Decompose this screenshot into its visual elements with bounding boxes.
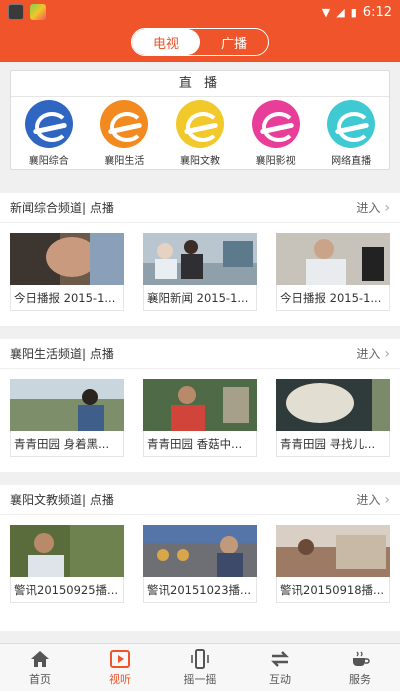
section-title: 襄阳文教频道| 点播 <box>10 493 114 507</box>
video-thumbnail <box>10 525 124 577</box>
video-caption: 襄阳新闻 2015-1... <box>143 285 257 311</box>
video-thumbnail <box>276 525 390 577</box>
channel-name: 襄阳文教 <box>179 156 220 167</box>
nav-label: 首页 <box>29 672 51 686</box>
swap-arrows-icon <box>271 650 289 667</box>
tv-radio-toggle: 电视 广播 <box>131 28 269 56</box>
top-header: 电视 广播 <box>0 24 400 62</box>
nav-watch-listen[interactable]: 视听 <box>80 644 160 691</box>
thumbnail-row: 青青田园 身着黑... 青青田园 香菇中... 青青田园 寻找儿... <box>0 369 400 457</box>
thumbnail-row: 今日播报 2015-1... 襄阳新闻 2015-1... 今日播报 2015-… <box>0 223 400 311</box>
signal-icon: ◢ <box>336 5 345 19</box>
live-title: 直 播 <box>11 71 389 97</box>
video-caption: 青青田园 香菇中... <box>143 431 257 457</box>
channel-name: 襄阳影视 <box>255 156 296 167</box>
video-item[interactable]: 警讯20150918播... <box>276 525 390 603</box>
channel-logo-icon <box>100 100 149 148</box>
video-item[interactable]: 今日播报 2015-1... <box>276 233 390 311</box>
shake-phone-icon <box>191 648 209 669</box>
section-news: 新闻综合频道| 点播 进入 › 今日播报 2015-1... 襄阳新闻 2015-… <box>0 193 400 326</box>
video-thumbnail <box>276 379 390 431</box>
wifi-icon: ▼ <box>321 5 331 19</box>
play-icon <box>110 649 130 668</box>
section-more-link[interactable]: 进入 › <box>356 491 390 508</box>
tab-radio[interactable]: 广播 <box>200 29 268 55</box>
nav-home[interactable]: 首页 <box>0 644 80 691</box>
video-thumbnail <box>143 525 257 577</box>
section-more-link[interactable]: 进入 › <box>356 199 390 216</box>
video-caption: 警讯20151023播... <box>143 577 257 603</box>
coffee-cup-icon <box>353 651 370 666</box>
section-header: 襄阳生活频道| 点播 进入 › <box>0 339 400 369</box>
tab-tv[interactable]: 电视 <box>132 29 200 55</box>
video-thumbnail <box>10 379 124 431</box>
section-header: 新闻综合频道| 点播 进入 › <box>0 193 400 223</box>
video-item[interactable]: 青青田园 寻找儿... <box>276 379 390 457</box>
chevron-right-icon: › <box>384 199 390 216</box>
video-item[interactable]: 青青田园 香菇中... <box>143 379 257 457</box>
battery-icon: ▮ <box>350 5 357 19</box>
live-channel-xiangyang-yingshi[interactable]: 襄阳影视 <box>241 100 311 167</box>
video-item[interactable]: 警讯20150925播... <box>10 525 124 603</box>
video-thumbnail <box>10 233 124 285</box>
section-header: 襄阳文教频道| 点播 进入 › <box>0 485 400 515</box>
section-education: 襄阳文教频道| 点播 进入 › 警讯20150925播... 警讯20151023… <box>0 485 400 631</box>
nav-label: 视听 <box>109 672 131 686</box>
live-card: 直 播 襄阳综合 襄阳生活 襄阳文教 襄阳影视 网络直播 <box>10 70 390 170</box>
section-title: 襄阳生活频道| 点播 <box>10 347 114 361</box>
app-notification-icon <box>8 4 24 20</box>
video-caption: 青青田园 身着黑... <box>10 431 124 457</box>
live-channel-xiangyang-shenghuo[interactable]: 襄阳生活 <box>89 100 159 167</box>
video-thumbnail <box>143 233 257 285</box>
video-caption: 青青田园 寻找儿... <box>276 431 390 457</box>
nav-label: 服务 <box>349 672 371 686</box>
video-item[interactable]: 警讯20151023播... <box>143 525 257 603</box>
nav-label: 互动 <box>269 672 291 686</box>
live-channel-network[interactable]: 网络直播 <box>316 100 386 167</box>
channel-name: 襄阳生活 <box>104 156 145 167</box>
video-caption: 今日播报 2015-1... <box>276 285 390 311</box>
video-caption: 警讯20150925播... <box>10 577 124 603</box>
section-more-link[interactable]: 进入 › <box>356 345 390 362</box>
nav-shake[interactable]: 摇一摇 <box>160 644 240 691</box>
video-thumbnail <box>276 233 390 285</box>
nav-interact[interactable]: 互动 <box>240 644 320 691</box>
channel-logo-icon <box>251 100 300 148</box>
video-caption: 今日播报 2015-1... <box>10 285 124 311</box>
video-item[interactable]: 今日播报 2015-1... <box>10 233 124 311</box>
section-life: 襄阳生活频道| 点播 进入 › 青青田园 身着黑... 青青田园 香菇中... 青… <box>0 339 400 472</box>
channel-name: 网络直播 <box>331 156 372 167</box>
live-channel-xiangyang-zonghe[interactable]: 襄阳综合 <box>14 100 84 167</box>
status-bar: ▼ ◢ ▮ 6:12 <box>0 0 400 24</box>
chevron-right-icon: › <box>384 491 390 508</box>
channel-logo-icon <box>175 100 224 148</box>
live-channel-xiangyang-wenjiao[interactable]: 襄阳文教 <box>165 100 235 167</box>
channel-name: 襄阳综合 <box>28 156 69 167</box>
video-thumbnail <box>143 379 257 431</box>
home-icon <box>31 650 49 667</box>
bottom-nav: 首页 视听 摇一摇 互动 服务 <box>0 643 400 691</box>
nav-label: 摇一摇 <box>183 672 217 686</box>
video-item[interactable]: 襄阳新闻 2015-1... <box>143 233 257 311</box>
status-time: 6:12 <box>362 4 392 20</box>
chevron-right-icon: › <box>384 345 390 362</box>
video-item[interactable]: 青青田园 身着黑... <box>10 379 124 457</box>
nav-service[interactable]: 服务 <box>320 644 400 691</box>
live-channel-list: 襄阳综合 襄阳生活 襄阳文教 襄阳影视 网络直播 <box>11 97 389 167</box>
channel-logo-icon <box>327 100 376 148</box>
channel-logo-icon <box>24 100 73 148</box>
app-notification-icon-2 <box>30 4 46 20</box>
thumbnail-row: 警讯20150925播... 警讯20151023播... 警讯20150918… <box>0 515 400 603</box>
video-caption: 警讯20150918播... <box>276 577 390 603</box>
section-title: 新闻综合频道| 点播 <box>10 201 114 215</box>
